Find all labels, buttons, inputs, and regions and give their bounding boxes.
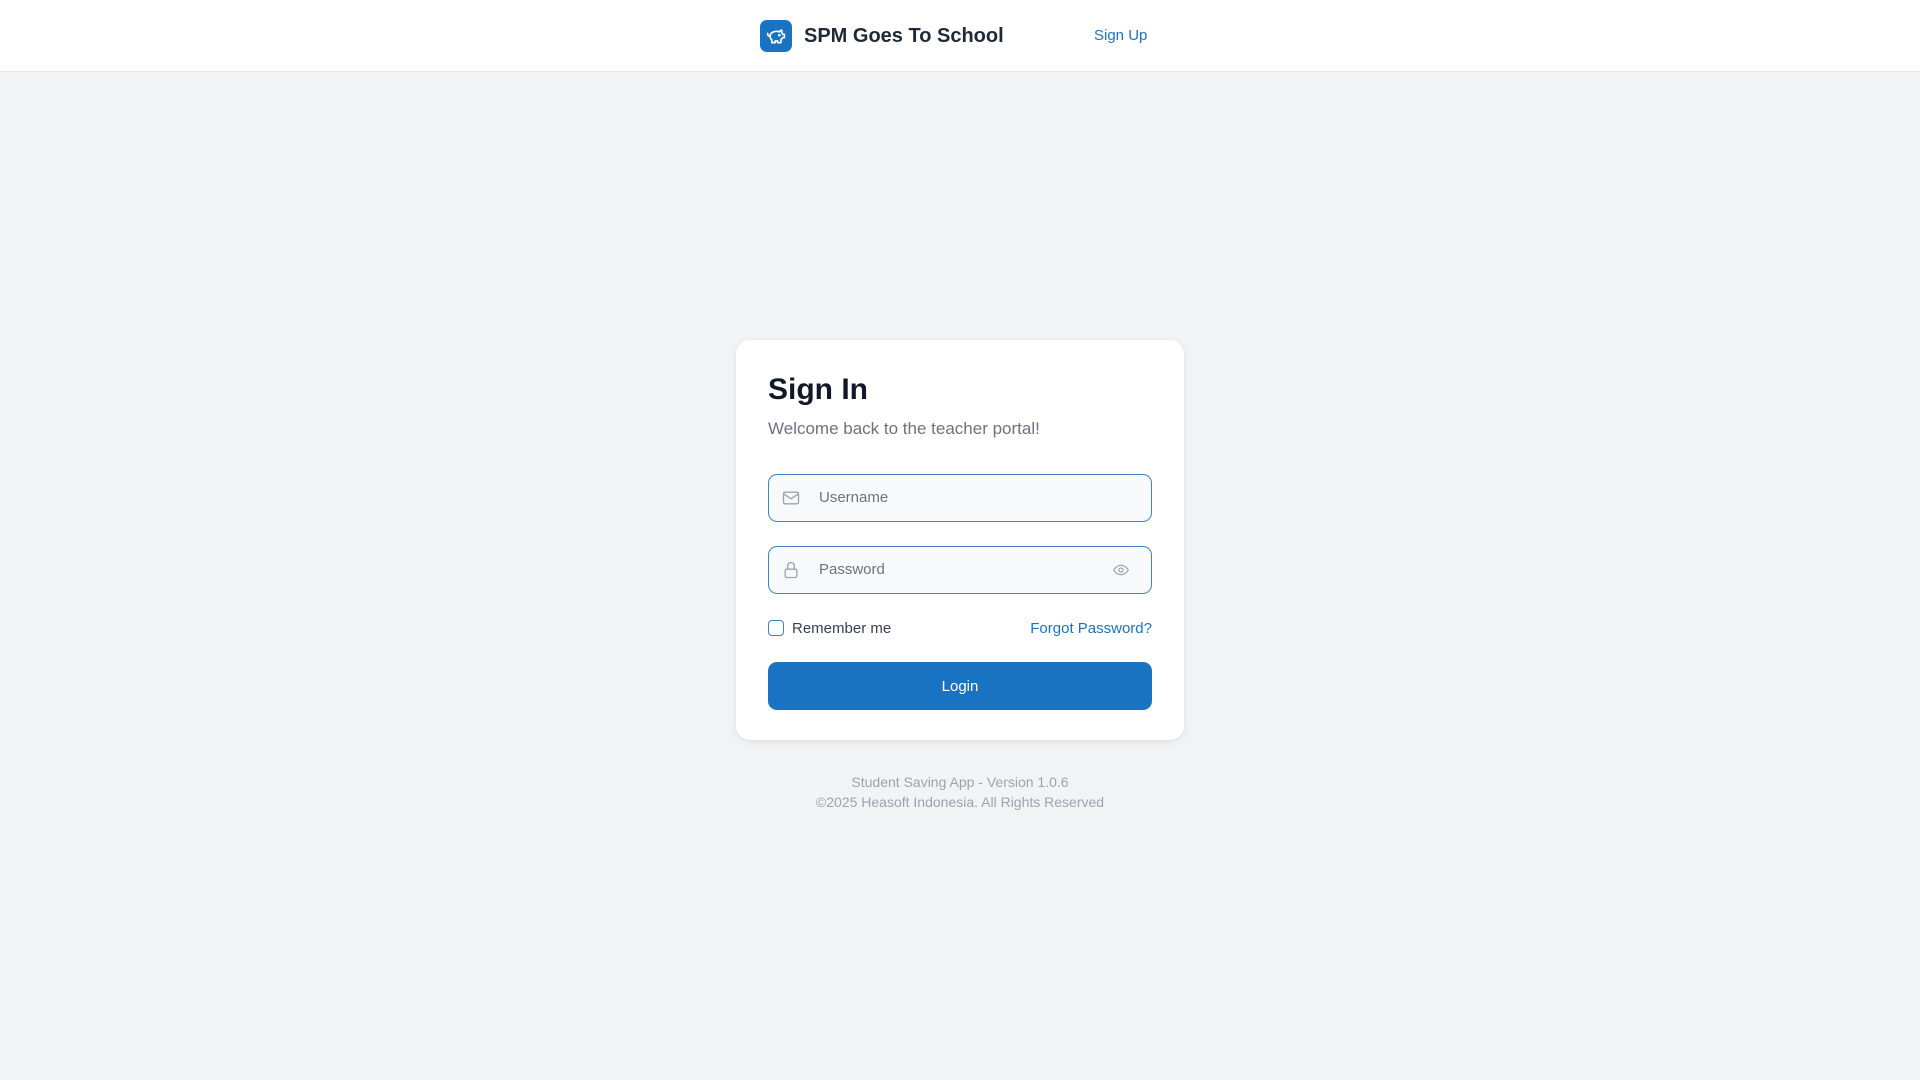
sign-in-card: Sign In Welcome back to the teacher port…: [736, 340, 1184, 740]
lock-icon: [781, 560, 801, 580]
app-name: SPM Goes To School: [804, 25, 1004, 47]
piggy-bank-icon: [760, 20, 792, 52]
remember-me-label: Remember me: [792, 619, 892, 637]
sign-up-link[interactable]: Sign Up: [1094, 26, 1147, 46]
remember-me-checkbox[interactable]: [768, 620, 784, 636]
remember-me-toggle[interactable]: Remember me: [768, 620, 891, 637]
forgot-password-link[interactable]: Forgot Password?: [1030, 620, 1152, 637]
login-options-row: Remember me Forgot Password?: [768, 618, 1152, 638]
password-field[interactable]: [768, 546, 1152, 594]
page-title: Sign In: [768, 373, 868, 406]
username-field[interactable]: [768, 474, 1152, 522]
footer: Student Saving App - Version 1.0.6 ©2025…: [0, 772, 1920, 812]
version-text: Student Saving App - Version 1.0.6: [851, 774, 1069, 790]
eye-icon[interactable]: [1113, 563, 1129, 577]
username-input[interactable]: [817, 475, 1117, 520]
copyright-text: ©2025 Heasoft Indonesia. All Rights Rese…: [815, 794, 1105, 810]
top-navbar: SPM Goes To School Sign Up: [0, 0, 1920, 72]
login-button[interactable]: Login: [768, 662, 1152, 710]
page-subtitle: Welcome back to the teacher portal!: [768, 419, 1040, 438]
password-input[interactable]: [817, 547, 1117, 592]
brand[interactable]: SPM Goes To School: [760, 20, 1004, 52]
mail-icon: [781, 488, 801, 508]
